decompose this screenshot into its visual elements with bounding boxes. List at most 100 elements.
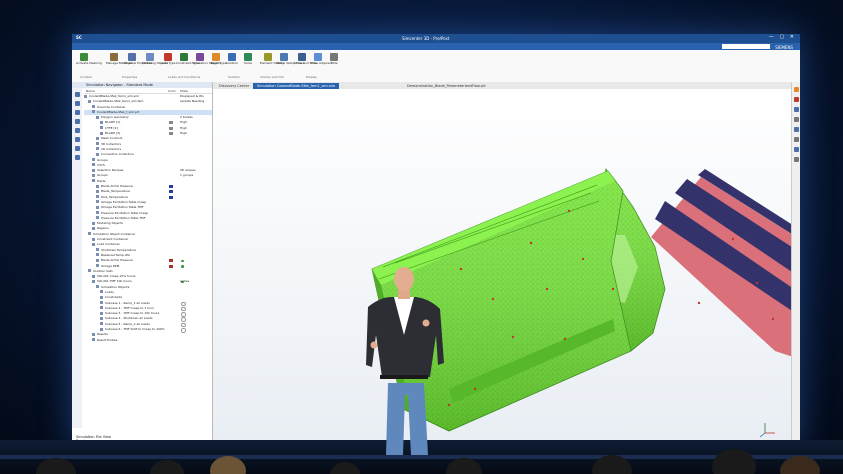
tree-node-icon [96,152,99,156]
tree-node-label: Selection Recipes [97,168,124,173]
color-swatch[interactable] [169,190,173,194]
tree-node-icon [96,189,99,193]
color-swatch[interactable] [169,121,173,125]
command-search-input[interactable] [722,44,770,49]
tree-node-icon [100,311,103,315]
orient-view-icon[interactable] [793,137,799,142]
quality-icon [264,53,272,61]
ribbon-group-checks: Checks and Info [260,75,285,79]
turbine-blade-model[interactable] [213,89,800,447]
graphics-viewport[interactable] [213,89,800,447]
active-status-icon [181,265,184,268]
tree-node-label: SOL401 TMF 10k hours [97,279,132,284]
jeans [386,383,428,455]
color-swatch[interactable] [169,132,173,136]
window-controls[interactable]: — ▢ ✕ [769,34,796,40]
tree-node-label: Loads [105,289,114,294]
web-browser-icon[interactable] [74,137,80,142]
modeling-objects-button[interactable]: Modeling Objects [142,53,168,65]
tree-node-label: Pressure Excitation Table TMF [101,215,146,220]
solution-icon [228,53,236,61]
tree-node-icon [96,142,99,146]
reuse-library-icon[interactable] [74,128,80,133]
load-type-button[interactable]: Load Type [160,53,176,65]
tree-node-label: Override Container [97,104,126,109]
tree-node-label: Modeling Objects [97,221,123,226]
tree-node-icon [96,147,99,151]
tree-node-label: Polygon Geometry [101,115,129,120]
tree-node-icon [100,295,103,299]
color-swatch[interactable] [169,126,173,130]
view-triad[interactable] [759,423,775,438]
tree-node-icon [100,316,103,320]
snap-view-icon[interactable] [793,157,799,162]
tree-node-label: Blade Airfoil Pressure [101,184,133,189]
color-swatch[interactable] [169,185,173,189]
color-swatch[interactable] [169,264,173,268]
tree-node-icon [100,327,103,331]
activate-meshing-button[interactable]: Activate Meshing [76,53,102,65]
app-logo: SC [76,35,82,40]
hide-icon [330,53,338,61]
physical-properties-button[interactable]: Physical Properties [124,53,152,65]
rotate-icon[interactable] [793,107,799,112]
tree-node-icon [100,290,103,294]
palette-icon[interactable] [74,146,80,151]
simulation-object-icon [196,53,204,61]
color-swatch[interactable] [169,195,173,199]
navigator-tab-icon[interactable] [74,92,80,97]
part-navigator-icon[interactable] [74,101,80,106]
process-studio-icon[interactable] [74,155,80,160]
zoom-icon[interactable] [793,97,799,102]
roles-icon[interactable] [74,119,80,124]
tree-node-icon [96,115,99,119]
pan-icon[interactable] [793,117,799,122]
load-icon [164,53,172,61]
history-icon[interactable] [74,110,80,115]
tree-node-icon [96,200,99,204]
tree-node-icon [96,195,99,199]
navigator-tree-row[interactable]: Result Probes [84,338,212,343]
column-name[interactable]: Name [86,89,95,93]
mesh-icon [80,53,88,61]
modeling-objects-icon [146,53,154,61]
tree-node-icon [92,237,95,241]
tree-node-icon [92,163,95,167]
region-button[interactable]: Region [208,53,224,65]
column-state[interactable]: State [180,89,188,93]
render-style-icon[interactable] [793,127,799,132]
fit-view-icon[interactable] [793,87,799,92]
tree-node-label: Subcase 2 - TMF Creep to 1 hour [105,305,155,310]
element-quality-button[interactable]: Element Quality [260,53,284,65]
tree-node-label: CoolantBlade-Sfek_fem1_sim.sim [89,94,139,98]
simulation-object-type-button[interactable]: Simulation Object Type [192,53,227,65]
hide-button[interactable]: Hide [326,53,342,65]
tree-node-label: Subcase 1 - Ramp_1 all Loads [105,300,150,305]
tree-node-icon [92,158,95,162]
show-adjacent-button[interactable]: Show Adjacent [310,53,332,65]
tree-node-icon [96,136,99,140]
title-bar: SC Simcenter 3D - Pre/Post — ▢ ✕ [72,34,800,43]
color-swatch[interactable] [169,259,173,263]
tree-node-icon [100,120,103,124]
solve-button[interactable]: Solve [240,53,256,65]
column-color[interactable]: Color [168,89,176,93]
tree-node-icon [96,258,99,262]
ribbon-group-context: Context [80,75,92,79]
constraint-type-button[interactable]: Constraint Type [176,53,199,65]
tree-node-label: Disk_Temperature [101,194,128,199]
tree-node-icon [92,274,95,278]
manage-materials-button[interactable]: Manage Materials [106,53,133,65]
model-setup-check-button[interactable]: Model Setup Check [276,53,305,65]
section-view-icon[interactable] [793,147,799,152]
tree-node-icon [96,205,99,209]
tree-node-icon [96,285,99,289]
tree-node-icon [96,264,99,267]
show-adjacent-icon [314,53,322,61]
tree-node-label: BLADE [3] [105,131,121,136]
tree-node-icon [92,110,95,114]
tree-node-icon [96,253,99,257]
show-and-hide-button[interactable]: Show and Hide [294,53,317,65]
presentation-stage: SC Simcenter 3D - Pre/Post — ▢ ✕ File Ho… [0,0,843,474]
solution-button[interactable]: Solution [224,53,240,65]
